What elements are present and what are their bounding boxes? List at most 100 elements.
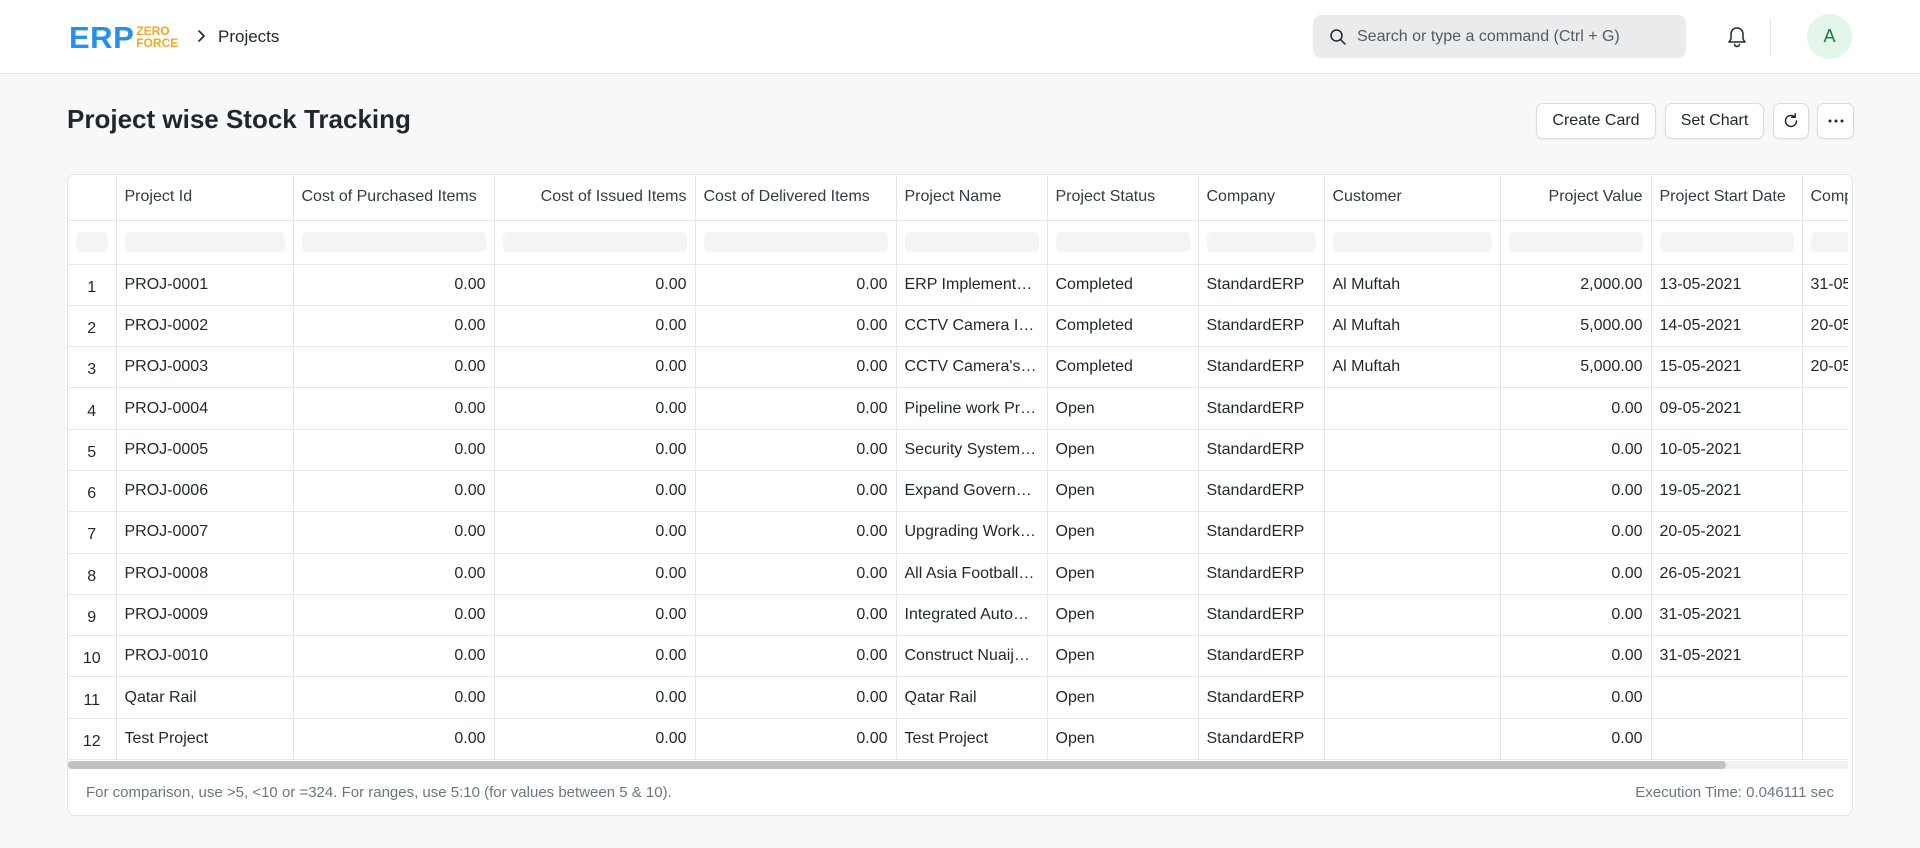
table-cell[interactable]: Open <box>1047 718 1199 761</box>
table-cell[interactable] <box>1651 676 1803 719</box>
table-cell[interactable]: 0.00 <box>293 346 495 389</box>
table-row[interactable]: 3PROJ-00030.000.000.00CCTV Camera's Main… <box>68 346 1848 389</box>
table-cell[interactable]: Open <box>1047 635 1199 678</box>
filter-input[interactable] <box>1055 232 1190 252</box>
table-cell[interactable]: 20-05-2021 <box>1802 346 1848 389</box>
search-input[interactable] <box>1357 15 1677 58</box>
filter-input[interactable] <box>1508 232 1643 252</box>
filter-input[interactable] <box>76 232 108 252</box>
table-cell[interactable]: 0.00 <box>293 718 495 761</box>
table-cell[interactable]: PROJ-0005 <box>116 429 294 471</box>
column-header[interactable]: Customer <box>1324 175 1501 221</box>
table-cell[interactable]: 13-05-2021 <box>1651 264 1803 306</box>
column-header[interactable]: Project Id <box>116 175 294 221</box>
table-cell[interactable]: 20-05-2021 <box>1802 305 1848 348</box>
create-card-button[interactable]: Create Card <box>1536 103 1656 139</box>
table-cell[interactable]: 0.00 <box>293 470 495 513</box>
filter-input[interactable] <box>1659 232 1794 252</box>
table-cell[interactable]: 0.00 <box>494 511 696 554</box>
table-cell[interactable]: 0.00 <box>1500 594 1652 637</box>
table-row[interactable]: 7 PROJ-0007 0.00 0.00 0.00 Upgrading Workshop… <box>68 511 1848 554</box>
table-cell[interactable]: 15-05-2021 <box>1651 346 1803 389</box>
table-cell[interactable]: Open <box>1047 470 1199 513</box>
table-cell[interactable]: ERP Implementation <box>896 264 1048 306</box>
table-cell[interactable]: 0.00 <box>494 429 696 471</box>
table-row[interactable]: 12 Test Project 0.00 0.00 0.00 Test Project Op… <box>68 718 1848 761</box>
table-cell[interactable] <box>1324 387 1501 430</box>
table-cell[interactable]: StandardERP <box>1198 470 1325 513</box>
table-cell[interactable]: 0.00 <box>695 511 897 554</box>
table-cell[interactable]: 0.00 <box>494 676 696 719</box>
table-cell[interactable]: 0.00 <box>695 305 897 348</box>
table-cell[interactable]: StandardERP <box>1198 429 1325 471</box>
table-cell[interactable]: 0.00 <box>695 594 897 637</box>
table-cell[interactable]: Open <box>1047 553 1199 595</box>
table-cell[interactable] <box>1324 594 1501 637</box>
table-cell[interactable]: 31-05-2021 <box>1802 264 1848 306</box>
column-header[interactable]: Project Name <box>896 175 1048 221</box>
column-header[interactable]: Company <box>1198 175 1325 221</box>
table-cell[interactable]: 0.00 <box>1500 470 1652 513</box>
table-cell[interactable]: 5,000.00 <box>1500 346 1652 389</box>
search-bar[interactable] <box>1313 15 1686 58</box>
table-cell[interactable]: StandardERP <box>1198 635 1325 678</box>
table-cell[interactable]: Test Project <box>896 718 1048 761</box>
column-header[interactable]: Cost of Delivered Items <box>695 175 897 221</box>
table-cell[interactable] <box>1324 429 1501 471</box>
table-cell[interactable]: 19-05-2021 <box>1651 470 1803 513</box>
table-cell[interactable]: 0.00 <box>494 387 696 430</box>
table-cell[interactable] <box>1802 718 1848 761</box>
table-row[interactable]: 8 PROJ-0008 0.00 0.00 0.00 All Asia Football … <box>68 553 1848 595</box>
table-cell[interactable]: PROJ-0010 <box>116 635 294 678</box>
table-cell[interactable]: Completed <box>1047 264 1199 306</box>
bell-icon[interactable] <box>1726 25 1748 49</box>
table-cell[interactable]: StandardERP <box>1198 553 1325 595</box>
table-cell[interactable]: PROJ-0004 <box>116 387 294 430</box>
table-cell[interactable] <box>1802 387 1848 430</box>
table-cell[interactable]: PROJ-0002 <box>116 305 294 348</box>
filter-input[interactable] <box>1206 232 1316 252</box>
table-cell[interactable]: 0.00 <box>293 553 495 595</box>
refresh-button[interactable] <box>1773 103 1809 139</box>
table-cell[interactable] <box>1324 676 1501 719</box>
column-header[interactable]: Cost of Issued Items <box>494 175 696 221</box>
table-cell[interactable]: StandardERP <box>1198 511 1325 554</box>
filter-input[interactable] <box>703 232 888 252</box>
table-row[interactable]: 11 Qatar Rail 0.00 0.00 0.00 Qatar Rail Open St… <box>68 676 1848 719</box>
horizontal-scrollbar[interactable] <box>68 761 1848 769</box>
table-cell[interactable]: Al Muftah <box>1324 346 1501 389</box>
table-cell[interactable]: 0.00 <box>494 305 696 348</box>
table-cell[interactable]: Security System Upgrade <box>896 429 1048 471</box>
filter-input[interactable] <box>904 232 1039 252</box>
table-cell[interactable]: StandardERP <box>1198 387 1325 430</box>
table-row[interactable]: 10 PROJ-0010 0.00 0.00 0.00 Construct Nuaija … <box>68 635 1848 678</box>
table-cell[interactable] <box>1802 511 1848 554</box>
table-cell[interactable]: PROJ-0008 <box>116 553 294 595</box>
table-cell[interactable]: Upgrading Workshop <box>896 511 1048 554</box>
table-cell[interactable]: StandardERP <box>1198 346 1325 389</box>
table-cell[interactable]: PROJ-0006 <box>116 470 294 513</box>
avatar[interactable]: A <box>1807 14 1852 59</box>
table-cell[interactable]: 31-05-2021 <box>1651 594 1803 637</box>
table-cell[interactable]: 0.00 <box>1500 429 1652 471</box>
table-cell[interactable] <box>1324 470 1501 513</box>
table-cell[interactable]: 0.00 <box>695 264 897 306</box>
table-cell[interactable]: 10-05-2021 <box>1651 429 1803 471</box>
table-cell[interactable]: 0.00 <box>695 553 897 595</box>
table-cell[interactable]: Open <box>1047 594 1199 637</box>
table-cell[interactable]: 0.00 <box>494 635 696 678</box>
column-header[interactable]: Cost of Purchased Items <box>293 175 495 221</box>
table-cell[interactable]: 0.00 <box>293 635 495 678</box>
set-chart-button[interactable]: Set Chart <box>1665 103 1764 139</box>
table-cell[interactable]: 0.00 <box>695 676 897 719</box>
table-cell[interactable]: StandardERP <box>1198 718 1325 761</box>
table-cell[interactable] <box>1324 553 1501 595</box>
table-row[interactable]: 2PROJ-00020.000.000.00CCTV Camera Instal… <box>68 305 1848 348</box>
table-cell[interactable]: Qatar Rail <box>896 676 1048 719</box>
scrollbar-thumb[interactable] <box>68 761 1726 769</box>
table-cell[interactable]: 26-05-2021 <box>1651 553 1803 595</box>
table-cell[interactable]: 0.00 <box>293 676 495 719</box>
table-row[interactable]: 6 PROJ-0006 0.00 0.00 0.00 Expand Government … <box>68 470 1848 513</box>
table-row[interactable]: 5 PROJ-0005 0.00 0.00 0.00 Security System Up… <box>68 429 1848 471</box>
filter-input[interactable] <box>1810 232 1848 252</box>
